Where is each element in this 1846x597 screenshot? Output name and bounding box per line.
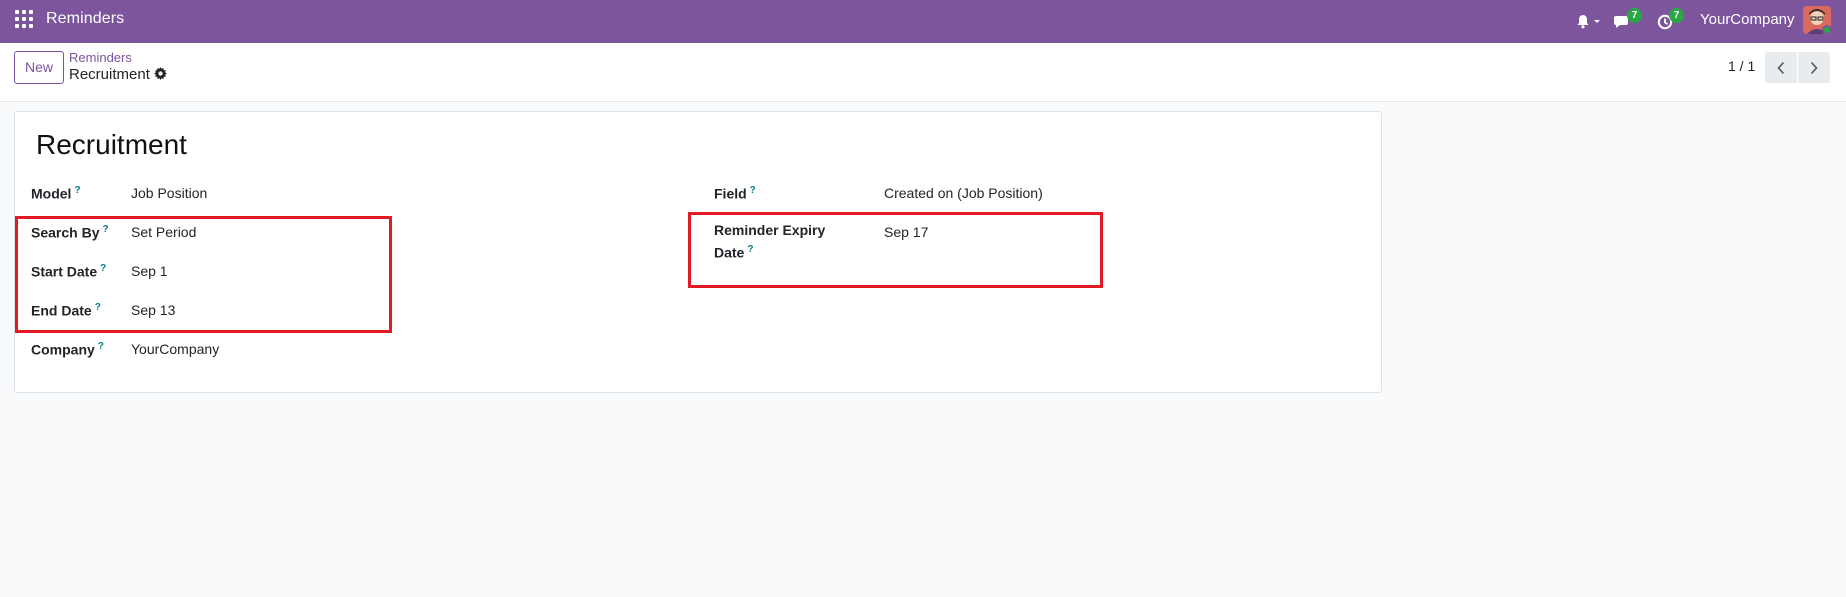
chevron-down-icon xyxy=(1594,20,1600,23)
field-label-search-by: Search By? xyxy=(31,220,109,243)
messages-menu[interactable] xyxy=(1613,0,1631,43)
bell-icon xyxy=(1577,15,1589,29)
field-label-field: Field? xyxy=(714,181,756,204)
online-status-dot xyxy=(1822,25,1831,34)
field-value-start-date[interactable]: Sep 1 xyxy=(131,261,168,281)
field-label-text: Reminder Expiry xyxy=(714,222,826,238)
notifications-menu[interactable] xyxy=(1576,0,1602,43)
field-label-start-date: Start Date? xyxy=(31,259,106,282)
field-label-text: Field xyxy=(714,185,747,202)
help-tooltip-icon[interactable]: ? xyxy=(100,263,106,274)
company-switcher[interactable]: YourCompany xyxy=(1700,11,1795,28)
new-button[interactable]: New xyxy=(14,51,64,84)
field-label-end-date: End Date? xyxy=(31,298,101,321)
user-avatar[interactable] xyxy=(1803,6,1831,34)
pager-previous-button[interactable] xyxy=(1765,52,1797,83)
field-label-model: Model? xyxy=(31,181,81,204)
help-tooltip-icon[interactable]: ? xyxy=(102,224,108,235)
gear-icon[interactable] xyxy=(154,67,167,84)
field-label-reminder-expiry-date: Reminder Expiry Date? xyxy=(714,220,825,263)
breadcrumb-reminders[interactable]: Reminders xyxy=(69,50,132,65)
field-value-reminder-expiry-date[interactable]: Sep 17 xyxy=(884,222,928,242)
help-tooltip-icon[interactable]: ? xyxy=(747,244,753,255)
chevron-right-icon xyxy=(1810,61,1818,74)
pager-value[interactable]: 1 / 1 xyxy=(1728,58,1755,74)
control-panel: New Reminders Recruitment 1 / 1 xyxy=(0,43,1846,102)
breadcrumb-current: Recruitment xyxy=(69,66,150,83)
messages-badge: 7 xyxy=(1627,8,1642,23)
help-tooltip-icon[interactable]: ? xyxy=(95,302,101,313)
field-value-model[interactable]: Job Position xyxy=(131,183,207,203)
field-label-text: Model xyxy=(31,185,72,202)
field-label-text: Company xyxy=(31,341,95,358)
top-navbar: Reminders 7 7 YourCompany xyxy=(0,0,1846,43)
chevron-left-icon xyxy=(1777,61,1785,74)
help-tooltip-icon[interactable]: ? xyxy=(74,185,80,196)
field-label-text: Search By xyxy=(31,224,100,241)
field-label-text: Date xyxy=(714,244,745,261)
field-value-field[interactable]: Created on (Job Position) xyxy=(884,183,1043,203)
field-label-text: Start Date xyxy=(31,263,98,280)
activities-badge: 7 xyxy=(1669,8,1684,23)
record-title[interactable]: Recruitment xyxy=(36,129,187,161)
help-tooltip-icon[interactable]: ? xyxy=(750,185,756,196)
apps-grid-icon[interactable] xyxy=(15,10,33,28)
field-value-end-date[interactable]: Sep 13 xyxy=(131,300,175,320)
field-value-company[interactable]: YourCompany xyxy=(131,339,219,359)
field-value-search-by[interactable]: Set Period xyxy=(131,222,196,242)
help-tooltip-icon[interactable]: ? xyxy=(98,341,104,352)
form-sheet: Recruitment Model? Job Position Search B… xyxy=(14,111,1382,393)
pager-next-button[interactable] xyxy=(1798,52,1830,83)
field-label-company: Company? xyxy=(31,337,104,360)
app-title[interactable]: Reminders xyxy=(46,10,124,28)
field-label-text: End Date xyxy=(31,302,92,319)
activities-menu[interactable] xyxy=(1657,0,1673,43)
